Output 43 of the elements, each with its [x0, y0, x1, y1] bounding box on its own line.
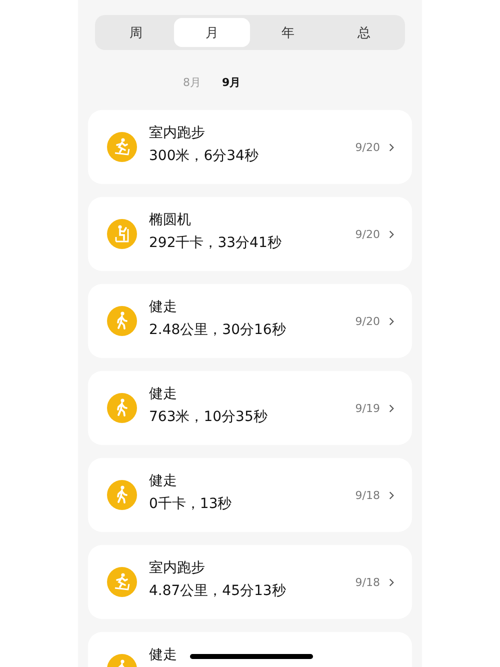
- chevron-right-icon: [389, 316, 394, 326]
- workout-date: 9/20: [355, 228, 380, 240]
- workout-card[interactable]: 健走: [88, 632, 412, 667]
- treadmill-runner-icon: [107, 567, 137, 597]
- workout-date: 9/18: [355, 488, 380, 502]
- workout-summary: 300米，6分34秒: [149, 149, 258, 165]
- workout-summary: 2.48公里，30分16秒: [149, 323, 286, 339]
- workout-card[interactable]: 健走 763米，10分35秒 9/19: [88, 371, 412, 445]
- workout-card[interactable]: 椭圆机 292千卡，33分41秒 9/20: [88, 197, 412, 271]
- workout-date: 9/20: [355, 314, 380, 328]
- workout-summary: 763米，10分35秒: [149, 410, 268, 426]
- period-tab[interactable]: 周: [98, 18, 174, 47]
- walking-person-icon: [107, 480, 137, 510]
- workout-title: 健走: [149, 387, 177, 402]
- month-tab[interactable]: 9月: [222, 74, 241, 90]
- period-tab[interactable]: 月: [174, 18, 250, 47]
- treadmill-runner-icon: [107, 132, 137, 162]
- workout-summary: 0千卡，13秒: [149, 497, 232, 513]
- workout-title: 健走: [149, 648, 177, 664]
- workout-card[interactable]: 室内跑步 4.87公里，45分13秒 9/18: [88, 545, 412, 619]
- workout-date: 9/18: [355, 576, 380, 588]
- workout-summary: 4.87公里，45分13秒: [149, 584, 286, 600]
- chevron-right-icon: [389, 578, 394, 586]
- workout-card[interactable]: 健走 2.48公里，30分16秒 9/20: [88, 284, 412, 358]
- workout-card[interactable]: 健走 0千卡，13秒 9/18: [88, 458, 412, 532]
- walking-person-icon: [107, 393, 137, 423]
- workout-title: 室内跑步: [149, 561, 205, 576]
- workout-date: 9/20: [355, 140, 380, 154]
- workout-card[interactable]: 室内跑步 300米，6分34秒 9/20: [88, 110, 412, 184]
- workout-title: 健走: [149, 474, 177, 490]
- chevron-right-icon: [389, 230, 394, 238]
- workout-title: 室内跑步: [149, 126, 205, 142]
- workout-title: 椭圆机: [149, 213, 191, 228]
- chevron-right-icon: [389, 490, 394, 500]
- chevron-right-icon: [389, 142, 394, 152]
- period-tab[interactable]: 总: [326, 18, 402, 47]
- chevron-right-icon: [389, 404, 394, 412]
- period-tab[interactable]: 年: [250, 18, 326, 47]
- workout-date: 9/19: [355, 402, 380, 414]
- workout-summary: 292千卡，33分41秒: [149, 236, 282, 252]
- elliptical-machine-icon: [107, 219, 137, 249]
- walking-person-icon: [107, 306, 137, 336]
- workout-title: 健走: [149, 300, 177, 316]
